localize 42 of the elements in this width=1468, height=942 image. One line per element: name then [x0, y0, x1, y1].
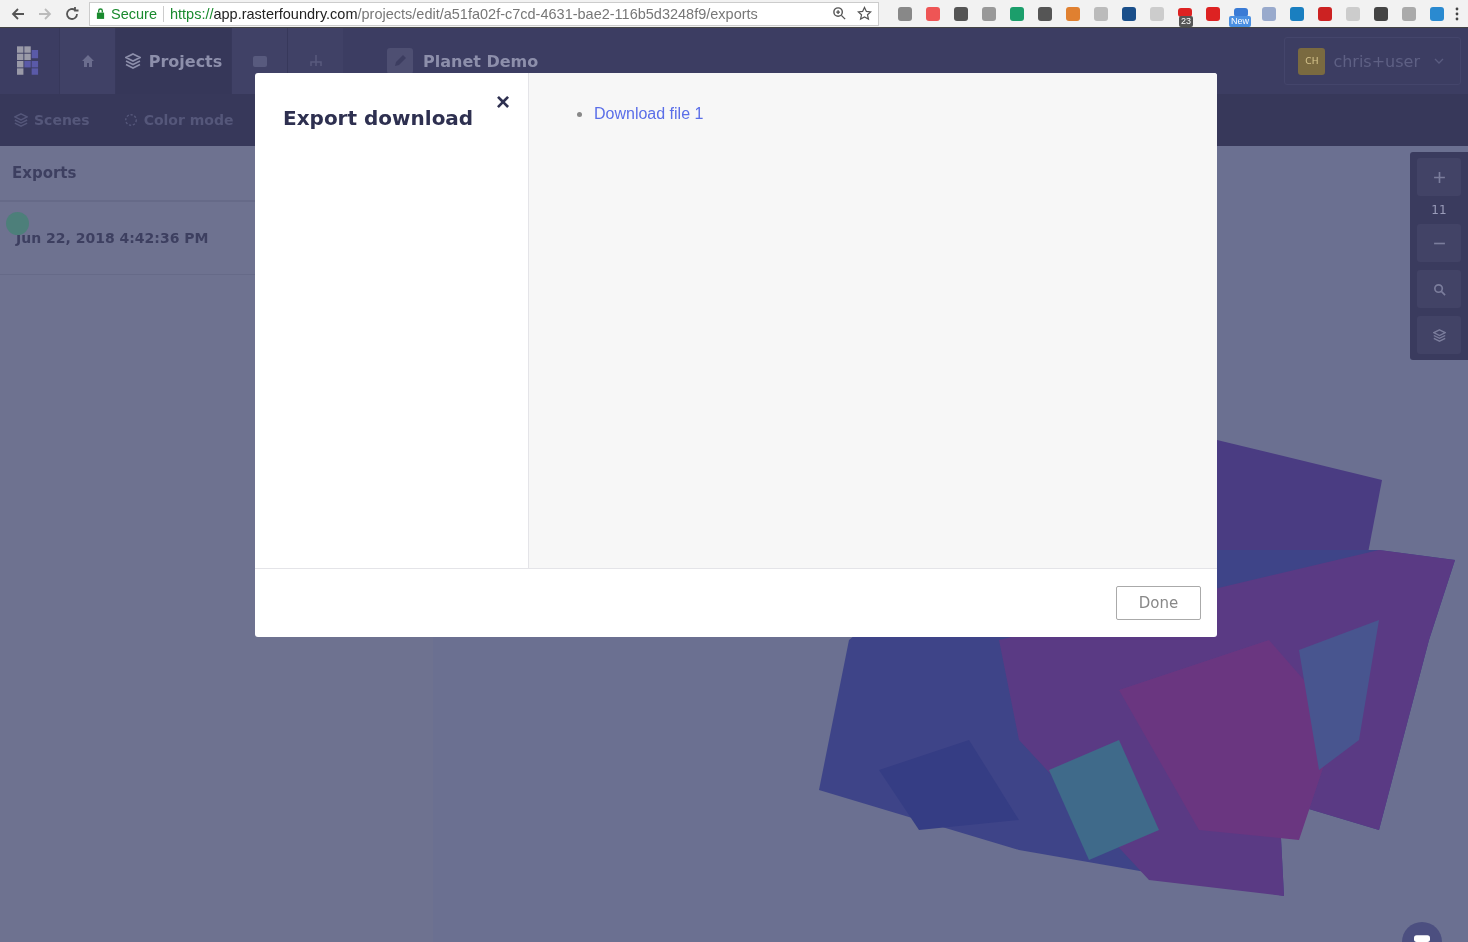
extension-icon[interactable]: [953, 5, 969, 22]
projects-tab[interactable]: Projects: [115, 28, 231, 94]
zoom-level: 11: [1431, 202, 1447, 219]
extension-icon[interactable]: [1233, 6, 1249, 17]
extension-icon[interactable]: [1289, 5, 1305, 22]
extension-badge: 23: [1179, 15, 1193, 27]
secure-label: Secure: [111, 5, 157, 22]
star-icon[interactable]: [857, 6, 872, 21]
zoom-icon[interactable]: [832, 6, 847, 21]
folder-icon: [251, 53, 268, 69]
search-button[interactable]: [1417, 270, 1461, 308]
address-bar[interactable]: Secure https://app.rasterfoundry.com/projects/edit/a51fa02f-c7cd-4631-bae2-116b5d3248f9/exports: [89, 1, 879, 26]
extension-icon[interactable]: [1037, 5, 1053, 22]
plus-icon: [1432, 170, 1446, 184]
project-title: Planet Demo: [423, 51, 539, 71]
menu-icon[interactable]: [1455, 6, 1459, 21]
dashed-circle-icon: [123, 113, 138, 127]
extension-icon[interactable]: [1205, 5, 1221, 22]
done-button[interactable]: Done: [1116, 586, 1201, 620]
logo-icon[interactable]: [17, 46, 39, 76]
reload-icon[interactable]: [64, 5, 80, 22]
url-text: https://app.rasterfoundry.com/projects/edit/a51fa02f-c7cd-4631-bae2-116b5d3248f9/exports: [169, 5, 759, 22]
extension-icon[interactable]: [1373, 5, 1389, 22]
back-icon[interactable]: [10, 5, 26, 22]
extension-badge: New: [1229, 15, 1251, 27]
download-link[interactable]: Download file 1: [594, 105, 704, 123]
layers-icon: [14, 113, 28, 127]
layers-icon: [1432, 328, 1446, 342]
layers-button[interactable]: [1417, 316, 1461, 354]
layers-icon: [124, 53, 141, 69]
caret-icon: [1434, 58, 1444, 64]
extension-icon[interactable]: [1121, 5, 1137, 22]
dialog-title: Export download: [283, 106, 475, 130]
status-dot: [6, 212, 29, 235]
bullet-icon: [577, 111, 582, 117]
lock-icon: [96, 8, 105, 19]
extension-icon[interactable]: [1177, 6, 1193, 17]
user-avatar: CH: [1298, 47, 1326, 75]
close-button[interactable]: ×: [494, 91, 512, 113]
search-icon: [1432, 282, 1446, 296]
extension-icon[interactable]: [1317, 5, 1333, 22]
edit-icon[interactable]: [387, 48, 413, 74]
